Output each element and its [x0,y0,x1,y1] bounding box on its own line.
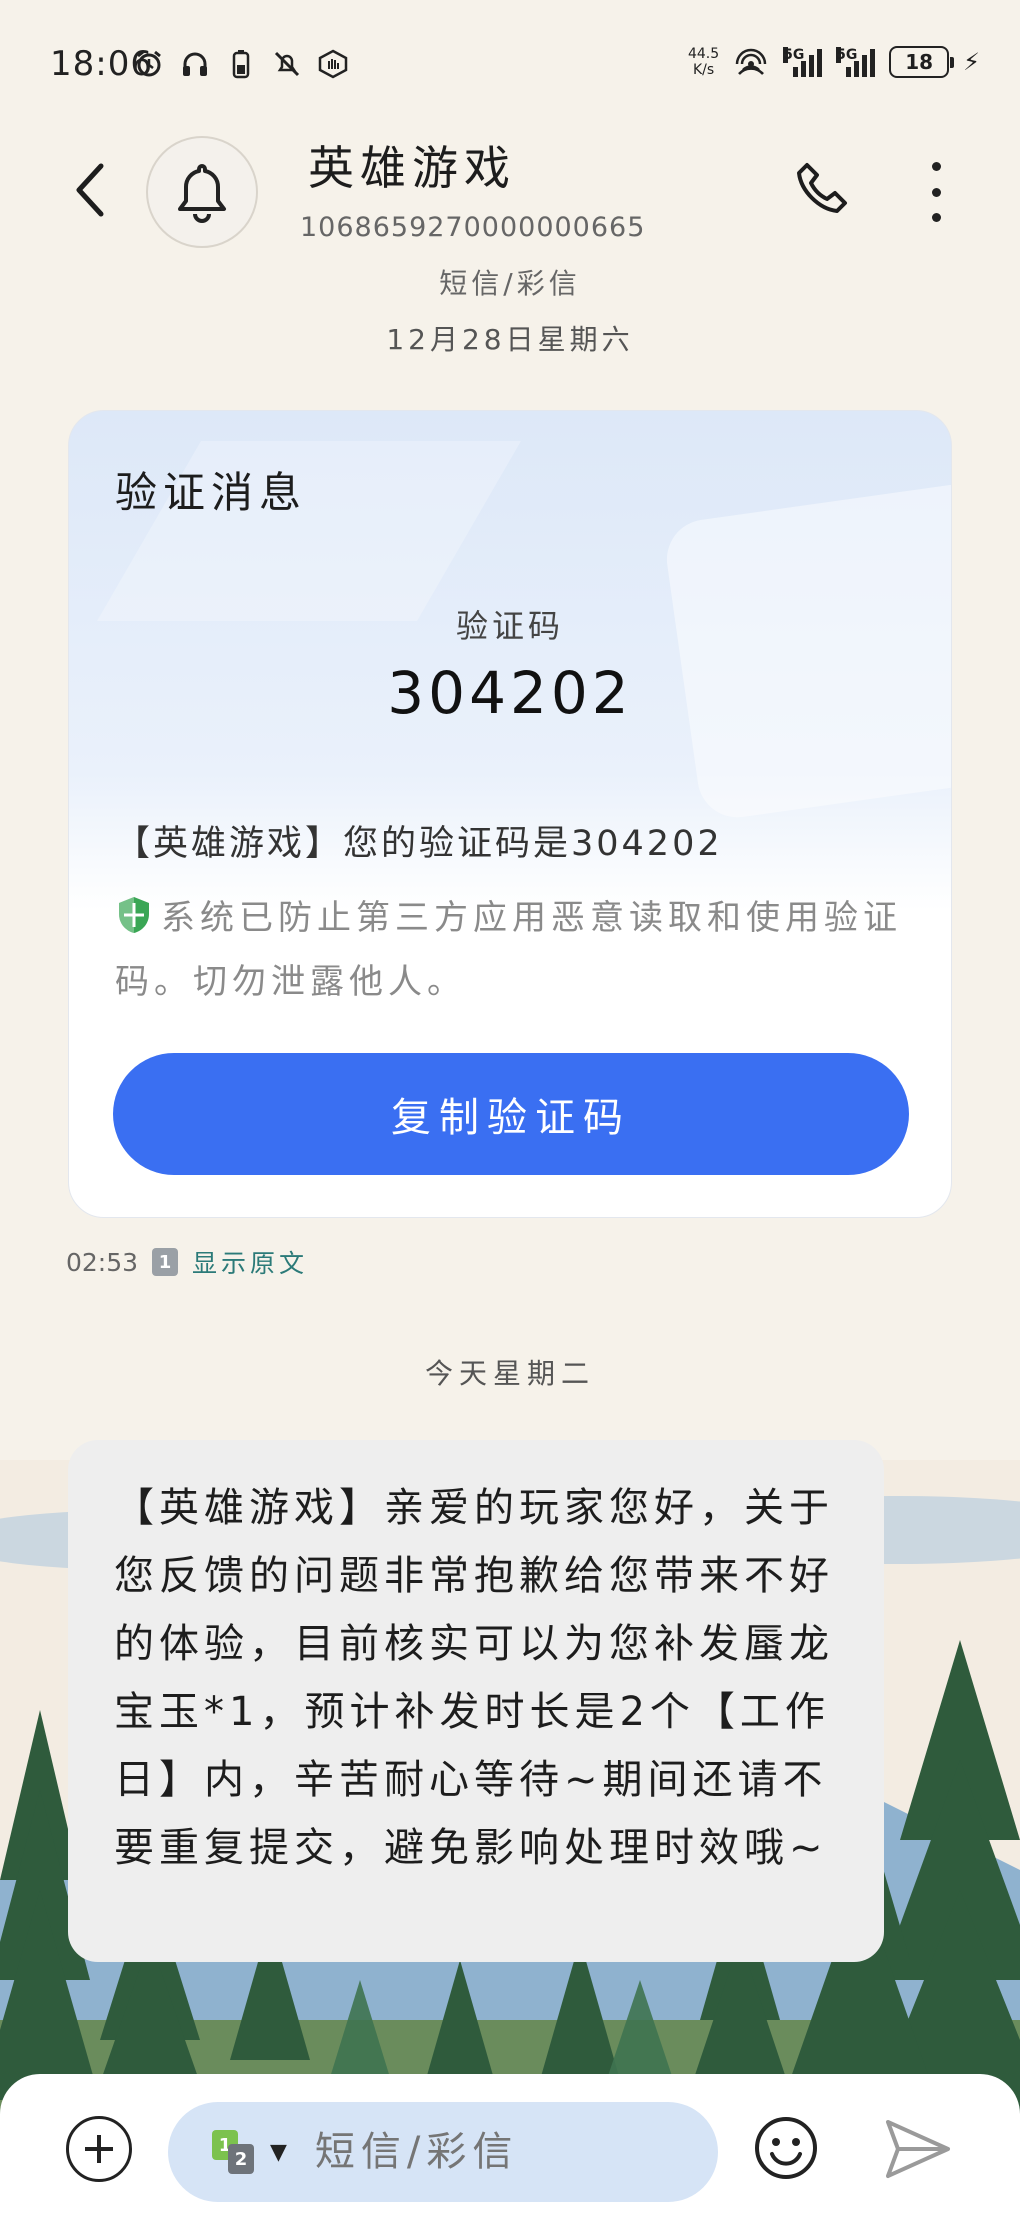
copy-code-button[interactable]: 复制验证码 [113,1053,909,1175]
add-attachment-button[interactable] [66,2116,132,2182]
smiley-icon [755,2117,817,2179]
charging-icon: ⚡ [963,48,980,76]
network-speed: 44.5 K/s [687,46,720,78]
back-button[interactable] [62,150,118,230]
hotspot-icon [733,44,769,80]
message-text: 【英雄游戏】亲爱的玩家您好，关于您反馈的问题非常抱歉给您带来不好的体验，目前核实… [114,1485,834,1871]
hand-shield-icon [316,49,350,79]
emoji-button[interactable] [752,2114,820,2182]
chevron-down-icon[interactable]: ▼ [270,2140,287,2165]
battery-indicator: 18 [889,46,955,78]
headset-battery-icon [224,50,258,79]
message-type-label: 短信/彩信 [439,267,581,300]
compose-bar: 1 2 ▼ [0,2074,1020,2231]
sim-badge: 1 [152,1248,179,1276]
contact-name: 英雄游戏 [308,141,516,195]
card-title: 验证消息 [115,468,308,517]
verification-card: 验证消息 验证码 304202 【英雄游戏】您的验证码是304202 系统已防止… [68,410,952,1218]
send-button[interactable] [884,2118,952,2180]
headphones-icon [178,50,212,78]
verification-code[interactable]: 304202 [69,659,951,727]
security-note: 系统已防止第三方应用恶意读取和使用验证码。切勿泄露他人。 [115,889,915,1011]
message-time: 02:53 [66,1247,139,1277]
send-icon [886,2120,950,2178]
signal-strength-sim1: 5G [783,47,823,77]
day-separator: 今天星期二 [424,1357,595,1390]
contact-avatar[interactable] [146,136,258,248]
date-separator: 12月28日星期六 [386,323,634,356]
plus-icon [85,2135,113,2163]
code-label: 验证码 [455,607,564,645]
contact-number: 1068659270000000665 [300,212,646,243]
message-input[interactable] [314,2129,615,2175]
show-original-link[interactable]: 显示原文 [192,1244,308,1280]
phone-icon [797,163,847,213]
call-button[interactable] [788,156,854,222]
message-bubble[interactable]: 【英雄游戏】亲爱的玩家您好，关于您反馈的问题非常抱歉给您带来不好的体验，目前核实… [68,1440,884,1962]
signal-strength-sim2: 5G [836,47,876,77]
message-meta: 02:53 1 显示原文 [66,1244,308,1280]
card-message: 【英雄游戏】您的验证码是304202 [115,824,723,864]
shield-icon [115,895,153,953]
status-bar: 18:06 44.5 K/s 5G 5G 18 ⚡ [0,0,1020,110]
sim-selector[interactable]: 1 2 [212,2130,260,2174]
alarm-icon [132,50,166,78]
bell-icon [178,164,226,223]
message-input-field[interactable]: 1 2 ▼ [168,2102,718,2202]
mute-icon [270,50,304,78]
more-options-button[interactable] [916,156,956,228]
